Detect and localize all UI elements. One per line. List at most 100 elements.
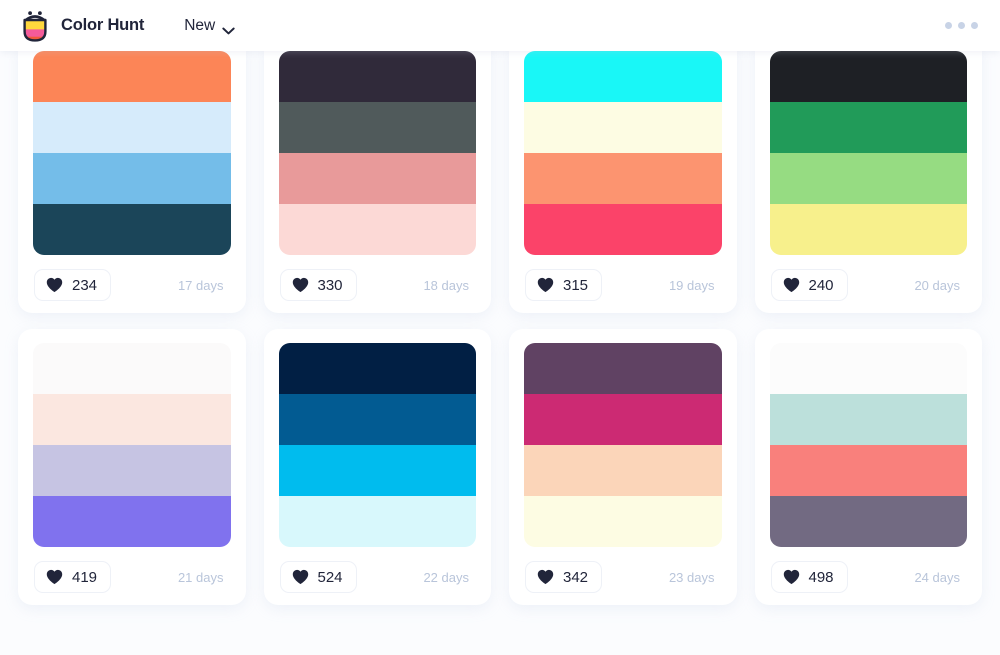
sort-dropdown[interactable]: New — [182, 13, 237, 39]
like-count: 498 — [808, 568, 834, 586]
palette-swatch[interactable] — [278, 153, 476, 204]
brand-name: Color Hunt — [61, 16, 145, 34]
palette-card[interactable]: 330 18 days — [263, 51, 491, 313]
like-count: 315 — [563, 276, 589, 294]
palette-swatch[interactable] — [278, 394, 476, 445]
palette-card[interactable]: 498 24 days — [754, 329, 982, 605]
palette-swatch[interactable] — [278, 102, 476, 153]
palette-swatch[interactable] — [524, 153, 722, 204]
palette-card-footer: 419 21 days — [33, 561, 231, 593]
palette-card-footer: 524 22 days — [279, 561, 477, 593]
like-button[interactable]: 330 — [279, 269, 357, 301]
palette-swatch[interactable] — [769, 445, 967, 496]
palette-swatches — [33, 51, 231, 255]
like-button[interactable]: 240 — [770, 269, 848, 301]
palette-swatch[interactable] — [33, 51, 231, 102]
like-count: 524 — [317, 568, 343, 586]
palette-swatch[interactable] — [33, 343, 231, 394]
like-count: 240 — [808, 276, 834, 294]
palette-swatch[interactable] — [769, 153, 967, 204]
palette-swatch[interactable] — [524, 51, 722, 102]
palette-age: 22 days — [423, 569, 469, 585]
palette-swatch[interactable] — [769, 102, 967, 153]
palette-swatch[interactable] — [33, 204, 231, 255]
like-count: 419 — [72, 568, 98, 586]
palette-card-footer: 240 20 days — [770, 269, 968, 301]
palette-swatch[interactable] — [524, 204, 722, 255]
like-button[interactable]: 315 — [525, 269, 603, 301]
palette-swatch[interactable] — [769, 496, 967, 547]
palette-card[interactable]: 419 21 days — [18, 329, 246, 605]
palette-age: 19 days — [668, 277, 715, 293]
sort-dropdown-label: New — [184, 16, 216, 34]
palette-swatches — [524, 51, 722, 255]
palette-card-footer: 342 23 days — [524, 561, 722, 593]
palette-scroll-area[interactable]: 234 17 days 330 18 days 315 19 days 240 20 days… — [0, 51, 1000, 655]
heart-icon — [537, 277, 554, 293]
palette-swatches — [769, 51, 967, 255]
palette-swatch[interactable] — [278, 496, 476, 547]
palette-swatch[interactable] — [524, 102, 722, 153]
palette-swatch[interactable] — [278, 343, 476, 394]
palette-swatches — [33, 343, 231, 547]
palette-swatch[interactable] — [524, 394, 722, 445]
palette-age: 18 days — [423, 277, 469, 293]
like-button[interactable]: 342 — [525, 561, 603, 593]
palette-card[interactable]: 240 20 days — [754, 51, 982, 313]
palette-card-footer: 498 24 days — [770, 561, 968, 593]
palette-swatch[interactable] — [769, 394, 967, 445]
palette-swatch[interactable] — [278, 51, 476, 102]
palette-age: 23 days — [668, 569, 715, 585]
heart-icon — [46, 277, 63, 293]
dot-1 — [945, 22, 952, 29]
palette-swatch[interactable] — [524, 496, 722, 547]
like-count: 330 — [317, 276, 343, 294]
palette-card[interactable]: 524 22 days — [263, 329, 491, 605]
palette-age: 20 days — [914, 277, 960, 293]
like-count: 342 — [563, 568, 589, 586]
more-options-dots-icon[interactable] — [943, 16, 980, 35]
like-button[interactable]: 419 — [34, 561, 112, 593]
palette-swatch[interactable] — [769, 51, 967, 102]
heart-icon — [783, 277, 800, 293]
palette-swatch[interactable] — [524, 445, 722, 496]
heart-icon — [537, 569, 554, 585]
palette-swatch[interactable] — [524, 343, 722, 394]
palette-swatch[interactable] — [278, 204, 476, 255]
palette-card[interactable]: 342 23 days — [509, 329, 737, 605]
palette-swatch[interactable] — [33, 153, 231, 204]
palette-age: 21 days — [177, 569, 224, 585]
palette-swatch[interactable] — [769, 204, 967, 255]
palette-swatch[interactable] — [769, 343, 967, 394]
heart-icon — [292, 277, 309, 293]
like-count: 234 — [72, 276, 98, 294]
palette-card-footer: 330 18 days — [279, 269, 477, 301]
palette-swatch[interactable] — [33, 445, 231, 496]
palette-card-footer: 315 19 days — [524, 269, 722, 301]
palette-swatches — [278, 343, 476, 547]
like-button[interactable]: 498 — [770, 561, 848, 593]
like-button[interactable]: 234 — [34, 269, 112, 301]
palette-card[interactable]: 234 17 days — [18, 51, 246, 313]
like-button[interactable]: 524 — [279, 561, 357, 593]
palette-swatches — [769, 343, 967, 547]
heart-icon — [46, 569, 63, 585]
palette-card-footer: 234 17 days — [33, 269, 231, 301]
heart-icon — [783, 569, 800, 585]
palette-swatches — [278, 51, 476, 255]
palette-swatch[interactable] — [278, 445, 476, 496]
palette-swatch[interactable] — [33, 394, 231, 445]
app-header: Color Hunt New — [0, 0, 1000, 51]
chevron-down-icon — [222, 22, 235, 34]
palette-swatch[interactable] — [33, 102, 231, 153]
dot-2 — [958, 22, 965, 29]
brand-logo-link[interactable]: Color Hunt — [20, 9, 144, 43]
palette-card[interactable]: 315 19 days — [509, 51, 737, 313]
palette-age: 17 days — [177, 277, 224, 293]
palette-swatch[interactable] — [33, 496, 231, 547]
palette-swatches — [524, 343, 722, 547]
heart-icon — [292, 569, 309, 585]
palette-age: 24 days — [914, 569, 960, 585]
color-hunt-smiley-logo-icon — [20, 9, 50, 43]
dot-3 — [971, 22, 978, 29]
